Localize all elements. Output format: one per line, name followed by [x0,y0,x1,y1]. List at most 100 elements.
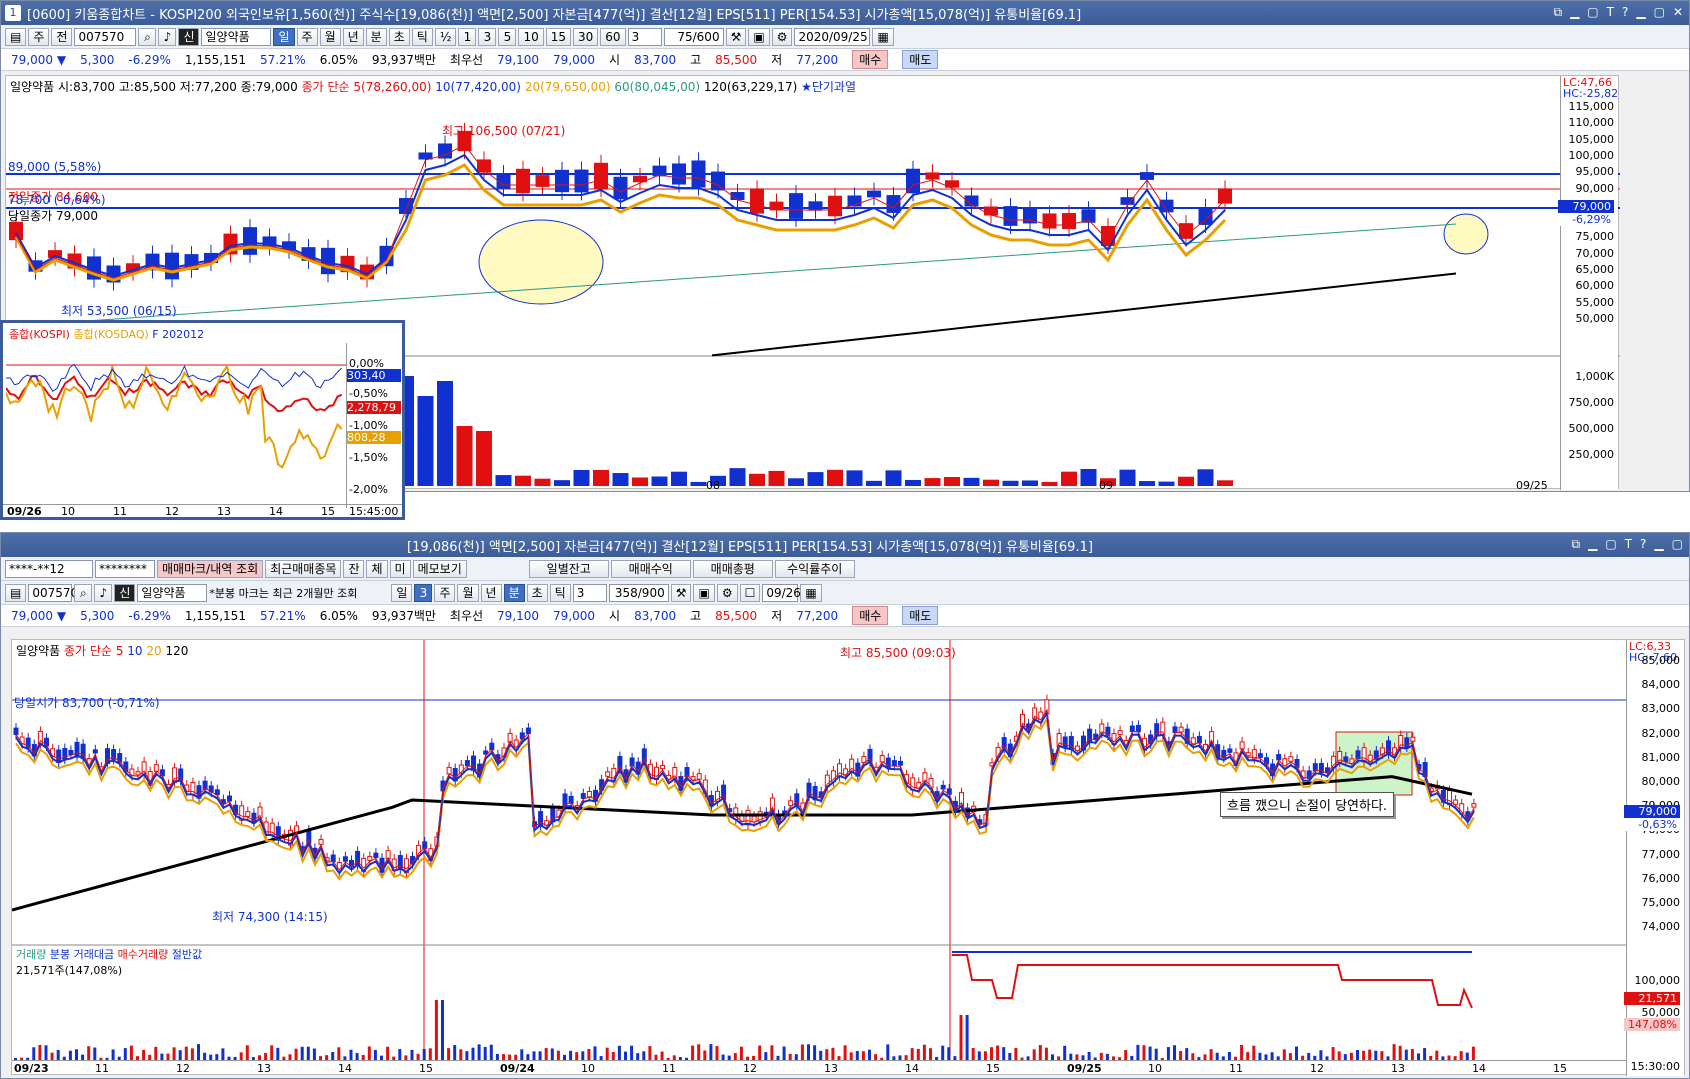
restore-icon[interactable]: ⧉ [1572,537,1581,552]
maximize-icon[interactable]: ▢ [1587,5,1598,20]
speaker-icon[interactable]: ♪ [158,27,177,46]
tab-week[interactable]: 주 [434,583,456,602]
tab-second[interactable]: 초 [526,583,548,602]
tab-day[interactable]: 일 [391,583,413,602]
sell-order-button[interactable]: 매도 [902,50,939,69]
gear-icon[interactable]: ⚙ [771,27,793,46]
minimize-icon[interactable]: ▁ [1570,5,1579,20]
sell-order-button[interactable]: 매도 [902,606,939,625]
stock-name[interactable]: 일양약품 [137,583,208,602]
daily-balance-button[interactable]: 일별잔고 [528,559,609,578]
buy-order-button[interactable]: 매수 [852,606,889,625]
interval-3[interactable]: 3 [478,27,497,46]
volume-bar [624,1051,627,1060]
save-icon[interactable]: ▣ [693,583,715,602]
index-inset[interactable]: 종합(KOSPI) 종합(KOSDAQ) F 202012 0,00% 303,… [0,320,405,520]
top-titlebar[interactable]: 1 [0600] 키움종합차트 - KOSPI200 외국인보유[1,560(천… [1,1,1689,25]
volume-bar [477,1044,481,1060]
trade-profit-button[interactable]: 매매수익 [610,559,691,578]
interval-15[interactable]: 15 [545,27,572,46]
recent-trades-button[interactable]: 최근매매종목 [265,559,342,578]
checkbox-icon[interactable]: ☐ [739,583,761,602]
volume-bar [861,1051,865,1060]
search-icon[interactable]: ⌕ [138,27,157,46]
balance-button[interactable]: 잔 [343,559,365,578]
tab-year[interactable]: 년 [480,583,502,602]
search-icon[interactable]: ⌕ [74,583,93,602]
trade-summary-button[interactable]: 매매총평 [692,559,773,578]
save-icon[interactable]: ▣ [748,27,770,46]
minimize-icon[interactable]: ▁ [1588,537,1597,552]
candle-body [580,793,586,799]
tab-tick[interactable]: 틱 [411,27,433,46]
tab-tick[interactable]: 틱 [549,583,571,602]
close-icon[interactable]: ▢ [1672,537,1683,552]
tab-second[interactable]: 초 [388,27,410,46]
tab-3[interactable]: 3 [414,583,433,602]
maximize-icon[interactable]: ▢ [1605,537,1616,552]
help-icon[interactable]: ? [1622,5,1628,20]
open: 83,700 [634,52,677,67]
interval-1[interactable]: 1 [458,27,477,46]
interval-5[interactable]: 5 [498,27,517,46]
interval-select[interactable]: 3 [627,27,662,46]
account-select[interactable]: ****-**12 [5,559,93,578]
tab-month[interactable]: 월 [319,27,341,46]
buy-order-button[interactable]: 매수 [852,50,889,69]
filled-button[interactable]: 체 [366,559,388,578]
interval-30[interactable]: 30 [573,27,599,46]
volume-bar [1041,481,1058,486]
inset-x5: 14 [269,505,283,518]
today-close-label: 당일종가 79,000 [8,209,98,223]
memo-button[interactable]: 메모보기 [412,559,467,578]
close-icon[interactable]: ✕ [1673,5,1683,20]
trade-mark-button[interactable]: 매매마크/내역 조회 [157,559,264,578]
tab-minute[interactable]: 분 [365,27,387,46]
text-icon[interactable]: T [1625,537,1632,552]
min2-icon[interactable]: ▁ [1636,5,1645,20]
text-icon[interactable]: T [1607,5,1614,20]
bottom-plot[interactable]: 일양약품 종가 단순 5 10 20 120 당일시가 83,700 (-0,7… [11,639,1685,1076]
help-icon[interactable]: ? [1640,537,1646,552]
interval-60[interactable]: 60 [600,27,626,46]
return-trend-button[interactable]: 수익률추이 [774,559,855,578]
count-input[interactable]: 358/900 [608,583,669,602]
chart-tools-icon[interactable]: ⚒ [670,583,692,602]
restore-icon[interactable]: ⧉ [1553,5,1562,20]
top-title: [0600] 키움종합차트 - KOSPI200 외국인보유[1,560(천)]… [27,7,1082,23]
gear-icon[interactable]: ⚙ [716,583,738,602]
unfilled-button[interactable]: 미 [389,559,411,578]
calendar-icon[interactable]: ▦ [800,583,822,602]
menu-icon[interactable]: ▤ [5,27,27,46]
candle-body [330,854,336,863]
speaker-icon[interactable]: ♪ [94,583,113,602]
amount: 93,937백만 [371,609,436,623]
half-button[interactable]: ½ [434,27,457,46]
menu-icon[interactable]: ▤ [5,583,27,602]
max2-icon[interactable]: ▢ [1654,5,1665,20]
bottom-titlebar[interactable]: [19,086(천)] 액면[2,500] 자본금[477(억)] 결산[12월… [1,533,1689,557]
tab-month[interactable]: 월 [457,583,479,602]
code-input[interactable]: 007570 [28,583,78,602]
date-input[interactable]: 09/26 [762,583,801,602]
volume-bar [56,1049,60,1060]
count-input[interactable]: 75/600 [663,27,724,46]
min2-icon[interactable]: ▁ [1654,537,1663,552]
tab-minute[interactable]: 분 [503,583,525,602]
tab-day[interactable]: 일 [273,27,295,46]
tab-week[interactable]: 주 [296,27,318,46]
date-08: 08 [706,479,720,492]
code-input[interactable]: 007570 [74,27,137,46]
calendar-icon[interactable]: ▦ [872,27,894,46]
interval-10[interactable]: 10 [518,27,544,46]
date-input[interactable]: 2020/09/25 [794,27,871,46]
stock-name[interactable]: 일양약품 [201,27,272,46]
period-select[interactable]: 주 [28,27,50,46]
tab-year[interactable]: 년 [342,27,364,46]
prev-select[interactable]: 전 [51,27,73,46]
volume-bar [910,1048,914,1060]
interval-select[interactable]: 3 [572,583,607,602]
bottom-date-tick: 11 [95,1062,109,1075]
password-input[interactable]: ******** [95,559,155,578]
chart-tools-icon[interactable]: ⚒ [725,27,747,46]
